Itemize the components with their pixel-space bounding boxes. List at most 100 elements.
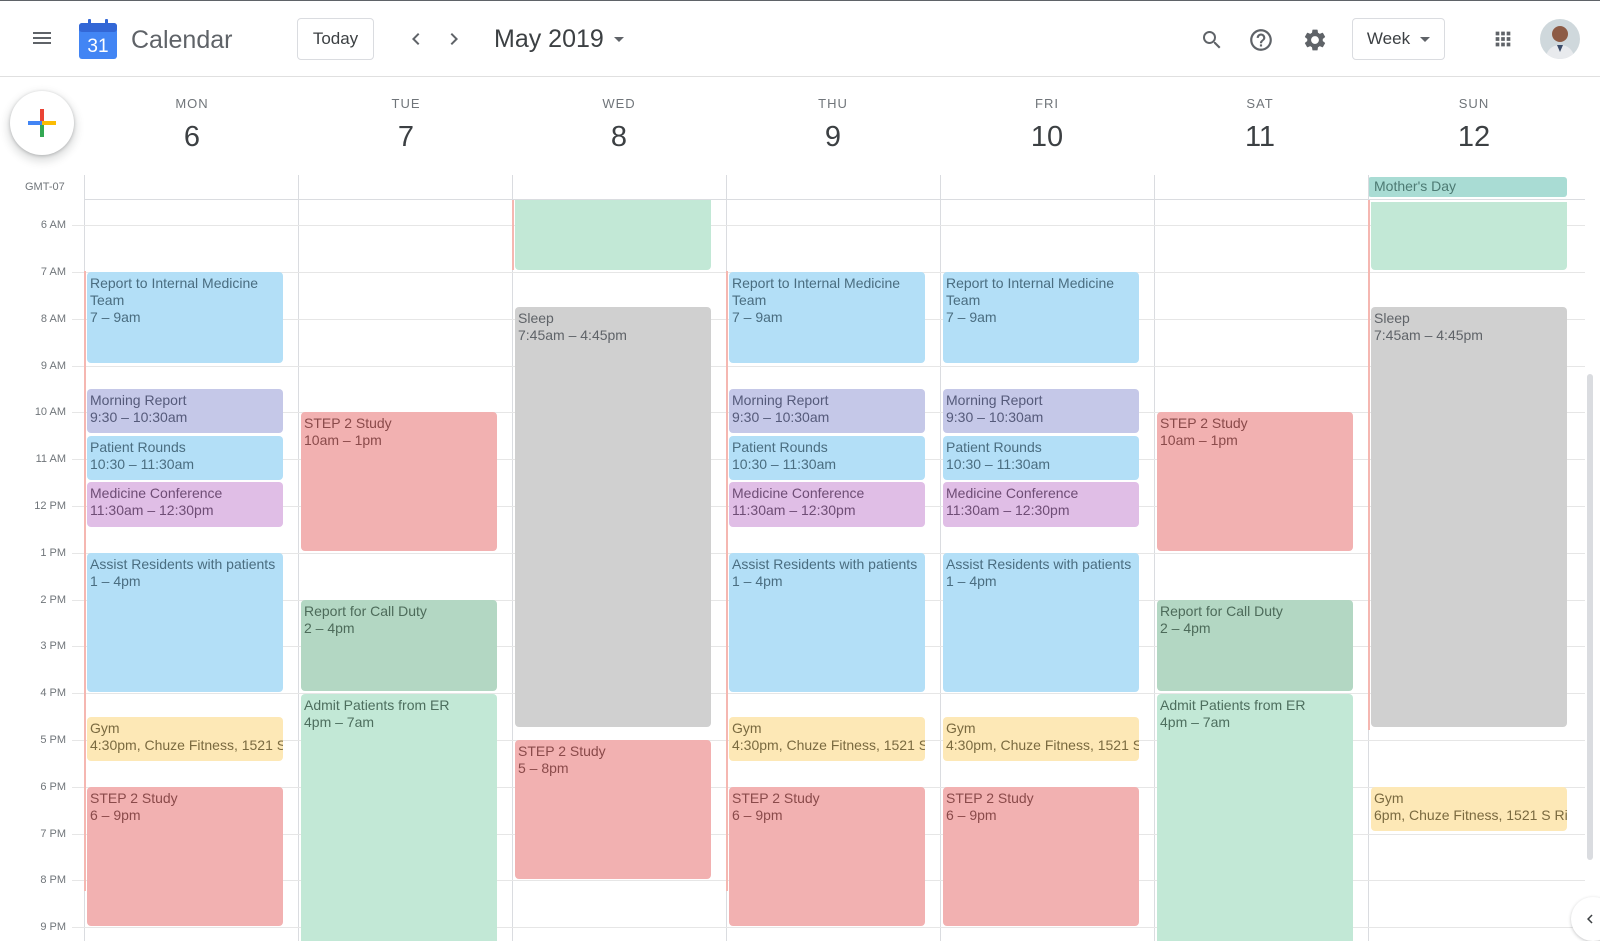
event-title: Report to Internal Medicine Team — [946, 275, 1115, 308]
search-button[interactable] — [1192, 20, 1232, 60]
event-report-call-duty[interactable]: Report for Call Duty 2 – 4pm — [301, 600, 497, 691]
day-of-week: SAT — [1246, 96, 1274, 111]
event-time: 4pm – 7am — [304, 714, 375, 730]
event-overnight-continuation[interactable] — [1371, 202, 1567, 270]
hour-label: 4 PM — [40, 687, 66, 699]
event-time: 6 – 9pm — [946, 807, 997, 823]
day-of-week: SUN — [1458, 96, 1490, 111]
event-title: STEP 2 Study — [304, 415, 392, 431]
event-admit-patients-er[interactable]: Admit Patients from ER 4pm – 7am — [1157, 694, 1353, 941]
event-time: 4:30pm, Chuze Fitness, 1521 S — [732, 737, 925, 753]
event-title: STEP 2 Study — [1160, 415, 1248, 431]
apps-grid-icon — [1495, 31, 1511, 47]
next-week-button[interactable] — [436, 21, 472, 57]
event-morning-report[interactable]: Morning Report 9:30 – 10:30am — [87, 389, 283, 433]
week-time-grid[interactable]: 6 AM 7 AM 8 AM 9 AM 10 AM 11 AM 12 PM 1 … — [0, 175, 1585, 941]
top-app-bar: 31 Calendar Today May 2019 Week — [0, 1, 1600, 77]
event-title: Gym — [90, 720, 120, 736]
main-menu-button[interactable] — [22, 18, 62, 58]
day-number[interactable]: 6 — [86, 121, 298, 154]
account-avatar[interactable] — [1540, 19, 1580, 59]
event-patient-rounds[interactable]: Patient Rounds 10:30 – 11:30am — [729, 436, 925, 480]
calendar-logo[interactable]: 31 — [79, 19, 117, 59]
event-title: STEP 2 Study — [946, 790, 1034, 806]
event-assist-residents[interactable]: Assist Residents with patients 1 – 4pm — [87, 553, 283, 692]
day-number[interactable]: 10 — [941, 121, 1153, 154]
day-number[interactable]: 11 — [1154, 121, 1366, 154]
event-gym[interactable]: Gym 6pm, Chuze Fitness, 1521 S Riv — [1371, 787, 1567, 831]
settings-button[interactable] — [1295, 20, 1335, 60]
event-title: Sleep — [518, 310, 554, 326]
column-divider — [512, 175, 513, 941]
overflow-indicator — [726, 271, 728, 891]
event-overnight-continuation[interactable] — [515, 200, 711, 270]
event-morning-report[interactable]: Morning Report 9:30 – 10:30am — [943, 389, 1139, 433]
event-step2-study[interactable]: STEP 2 Study 6 – 9pm — [943, 787, 1139, 926]
day-header-sat[interactable]: SAT 11 — [1154, 96, 1366, 162]
previous-week-button[interactable] — [398, 21, 434, 57]
view-switcher-button[interactable]: Week — [1352, 18, 1445, 60]
event-time: 11:30am – 12:30pm — [946, 502, 1070, 518]
event-report-call-duty[interactable]: Report for Call Duty 2 – 4pm — [1157, 600, 1353, 691]
event-patient-rounds[interactable]: Patient Rounds 10:30 – 11:30am — [87, 436, 283, 480]
month-picker-button[interactable]: May 2019 — [494, 21, 624, 57]
hour-label: 8 AM — [40, 313, 66, 325]
event-morning-report[interactable]: Morning Report 9:30 – 10:30am — [729, 389, 925, 433]
hour-label: 1 PM — [40, 547, 66, 559]
day-header-sun[interactable]: SUN 12 — [1368, 96, 1580, 162]
event-time: 2 – 4pm — [1160, 620, 1211, 636]
event-step2-study[interactable]: STEP 2 Study 10am – 1pm — [1157, 412, 1353, 551]
hour-line — [72, 693, 1585, 694]
event-title: Admit Patients from ER — [304, 697, 450, 713]
event-sleep[interactable]: Sleep 7:45am – 4:45pm — [515, 307, 711, 727]
day-number[interactable]: 7 — [300, 121, 512, 154]
vertical-scrollbar[interactable] — [1587, 374, 1593, 860]
event-step2-study[interactable]: STEP 2 Study 6 – 9pm — [87, 787, 283, 926]
event-report-internal-medicine[interactable]: Report to Internal Medicine Team 7 – 9am — [729, 272, 925, 363]
event-sleep[interactable]: Sleep 7:45am – 4:45pm — [1371, 307, 1567, 727]
event-time: 10:30 – 11:30am — [946, 456, 1051, 472]
event-step2-study[interactable]: STEP 2 Study 5 – 8pm — [515, 740, 711, 879]
hour-label: 6 PM — [40, 781, 66, 793]
day-header-fri[interactable]: FRI 10 — [941, 96, 1153, 162]
event-step2-study[interactable]: STEP 2 Study 6 – 9pm — [729, 787, 925, 926]
help-button[interactable] — [1241, 20, 1281, 60]
help-icon — [1250, 29, 1272, 51]
event-report-internal-medicine[interactable]: Report to Internal Medicine Team 7 – 9am — [943, 272, 1139, 363]
create-event-button[interactable] — [10, 91, 74, 155]
event-title: Patient Rounds — [732, 439, 828, 455]
event-gym[interactable]: Gym 4:30pm, Chuze Fitness, 1521 S — [87, 717, 283, 761]
chevron-left-icon — [1587, 914, 1593, 924]
all-day-row[interactable] — [84, 175, 1585, 199]
day-number[interactable]: 9 — [727, 121, 939, 154]
day-header-tue[interactable]: TUE 7 — [300, 96, 512, 162]
day-header-mon[interactable]: MON 6 — [86, 96, 298, 162]
event-medicine-conference[interactable]: Medicine Conference 11:30am – 12:30pm — [729, 482, 925, 527]
event-gym[interactable]: Gym 4:30pm, Chuze Fitness, 1521 S — [729, 717, 925, 761]
hour-label: 10 AM — [34, 406, 66, 418]
event-time: 9:30 – 10:30am — [90, 409, 188, 425]
event-title: Morning Report — [946, 392, 1043, 408]
event-time: 6 – 9pm — [732, 807, 783, 823]
event-title: STEP 2 Study — [518, 743, 606, 759]
event-time: 9:30 – 10:30am — [946, 409, 1044, 425]
event-assist-residents[interactable]: Assist Residents with patients 1 – 4pm — [729, 553, 925, 692]
event-step2-study[interactable]: STEP 2 Study 10am – 1pm — [301, 412, 497, 551]
day-number[interactable]: 12 — [1368, 121, 1580, 154]
day-number[interactable]: 8 — [513, 121, 725, 154]
all-day-event[interactable]: Mother's Day — [1368, 177, 1567, 197]
event-medicine-conference[interactable]: Medicine Conference 11:30am – 12:30pm — [943, 482, 1139, 527]
event-patient-rounds[interactable]: Patient Rounds 10:30 – 11:30am — [943, 436, 1139, 480]
event-admit-patients-er[interactable]: Admit Patients from ER 4pm – 7am — [301, 694, 497, 941]
day-header-thu[interactable]: THU 9 — [727, 96, 939, 162]
event-report-internal-medicine[interactable]: Report to Internal Medicine Team 7 – 9am — [87, 272, 283, 363]
day-header-wed[interactable]: WED 8 — [513, 96, 725, 162]
event-assist-residents[interactable]: Assist Residents with patients 1 – 4pm — [943, 553, 1139, 692]
current-month-label: May 2019 — [494, 24, 604, 53]
event-title: STEP 2 Study — [90, 790, 178, 806]
google-apps-button[interactable] — [1483, 19, 1523, 59]
event-medicine-conference[interactable]: Medicine Conference 11:30am – 12:30pm — [87, 482, 283, 527]
event-gym[interactable]: Gym 4:30pm, Chuze Fitness, 1521 S — [943, 717, 1139, 761]
day-of-week: WED — [602, 96, 636, 111]
today-button[interactable]: Today — [297, 18, 374, 60]
